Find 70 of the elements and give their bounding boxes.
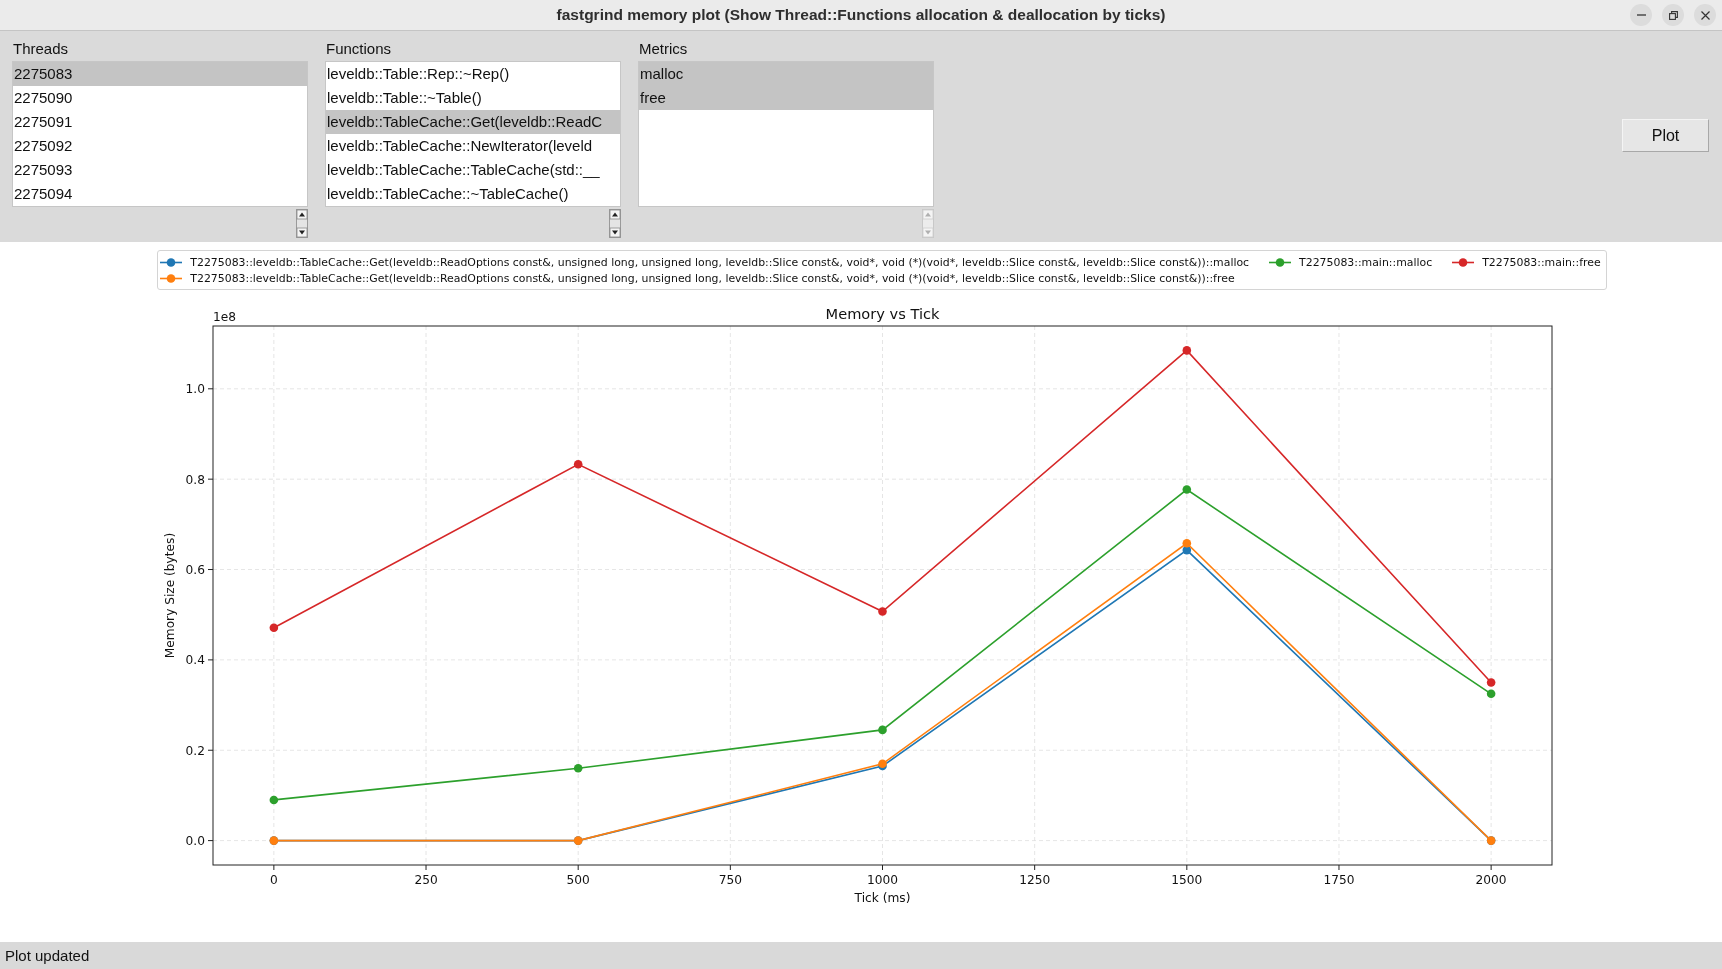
axis-tick-label: 0.6 [185,563,205,577]
status-text: Plot updated [5,947,90,964]
line-marker-icon [160,273,183,283]
axis-tick-label: 0 [270,873,278,887]
list-item[interactable]: leveldb::TableCache::NewIterator(leveld [326,134,620,158]
axis-tick-label: 1750 [1323,873,1355,887]
list-label: Metrics [638,39,688,59]
list-item[interactable]: free [639,86,933,110]
minimize-icon [1636,14,1646,16]
legend-label: T2275083::leveldb::TableCache::Get(leveldb::ReadOptions const&, unsigned long, unsigned long, leveldb::Slice const&, void*, void (*)(void*, leveldb::Slice const&, leveldb::Slice const&))::malloc [190,255,1250,269]
list-label: Functions [325,39,392,59]
scrollbar[interactable] [922,209,934,238]
minimize-button[interactable] [1630,4,1652,26]
data-point [573,764,583,773]
restore-icon [1668,10,1678,20]
data-point [1182,485,1192,494]
close-button[interactable] [1694,4,1716,26]
data-point [878,607,887,616]
axis-tick-label: 1000 [867,873,898,887]
list-item[interactable]: 2275091 [13,110,307,134]
list-item[interactable]: leveldb::Table::~Table() [326,86,620,110]
chart-title: Memory vs Tick [825,305,940,322]
axis-tick-label: 2000 [1475,873,1507,887]
data-point [1486,836,1496,845]
axis-offset-label: 1e8 [213,310,236,324]
data-point [269,795,279,805]
close-icon [1700,10,1710,20]
restore-button[interactable] [1662,4,1684,26]
list-item[interactable]: leveldb::TableCache::~TableCache() [326,182,620,206]
list-label: Threads [12,39,69,59]
axis-tick-label: 0.8 [185,472,205,487]
list-item[interactable]: leveldb::TableCache::TableCache(std::__ [326,158,620,182]
axis-tick-label: 0.2 [185,743,205,758]
list-item[interactable]: 2275090 [13,86,307,110]
list-item[interactable]: 2275083 [13,62,307,86]
data-point [1486,678,1496,687]
scrollbar[interactable] [609,209,621,238]
plot-button[interactable]: Plot [1622,119,1709,152]
axis-tick-label: 1.0 [185,382,205,397]
data-point [573,836,583,845]
list-item[interactable]: 2275093 [13,158,307,182]
list-item[interactable]: leveldb::TableCache::Get(leveldb::ReadC [326,110,620,134]
scrollbar[interactable] [296,209,308,238]
legend-label: T2275083::main::malloc [1299,255,1433,269]
legend-label: T2275083::main::free [1482,255,1601,269]
data-point [1182,539,1192,548]
axis-tick-label: 1250 [1019,873,1051,887]
list-item[interactable]: 2275094 [13,182,307,206]
data-point [1486,689,1496,699]
data-point [269,623,279,633]
x-axis-label: Tick (ms) [854,891,911,905]
list-item[interactable]: leveldb::Table::Rep::~Rep() [326,62,620,86]
axis-tick-label: 750 [718,873,742,887]
axis-tick-label: 1500 [1171,873,1203,887]
axis-tick-label: 500 [566,873,590,887]
legend-label: T2275083::leveldb::TableCache::Get(leveldb::ReadOptions const&, unsigned long, unsigned long, leveldb::Slice const&, void*, void (*)(void*, leveldb::Slice const&, leveldb::Slice const&))::free [190,271,1235,285]
axis-tick-label: 0.4 [185,653,205,668]
axis-tick-label: 0.0 [185,834,205,849]
data-point [573,459,583,469]
window-title: fastgrind memory plot (Show Thread::Functions allocation & deallocation by ticks) [556,6,1166,24]
axis-tick-label: 250 [414,873,438,887]
data-point [878,725,887,735]
y-axis-label: Memory Size (bytes) [163,532,177,659]
line-marker-icon [160,257,183,267]
data-point [1182,346,1192,355]
line-marker-icon [1269,257,1292,267]
data-point [269,836,279,845]
list-item[interactable]: malloc [639,62,933,86]
list-item[interactable]: 2275092 [13,134,307,158]
line-marker-icon [1452,257,1475,267]
